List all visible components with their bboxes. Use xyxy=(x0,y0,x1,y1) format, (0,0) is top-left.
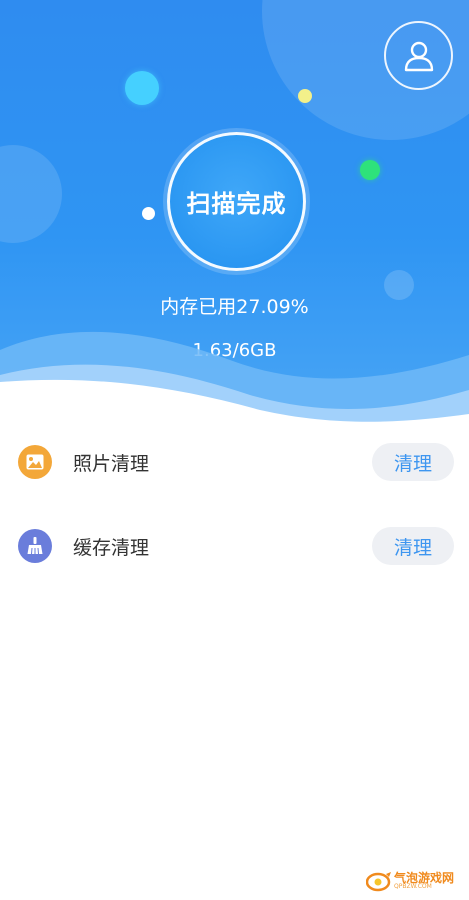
watermark: 气泡游戏网 QPBZW.COM xyxy=(366,866,464,896)
cleanup-list: 照片清理 清理 缓存清理 清理 xyxy=(0,420,469,588)
clean-photo-button[interactable]: 清理 xyxy=(372,443,454,481)
list-item-label: 缓存清理 xyxy=(73,536,150,559)
clean-cache-button[interactable]: 清理 xyxy=(372,527,454,565)
scan-status-button[interactable]: 扫描完成 xyxy=(167,132,306,271)
user-icon xyxy=(404,41,433,71)
decor-bubble xyxy=(142,207,155,220)
decor-circle xyxy=(0,145,62,243)
list-item-label: 照片清理 xyxy=(73,452,150,475)
photo-icon xyxy=(18,445,52,479)
wave-decoration xyxy=(0,331,469,430)
memory-header: 扫描完成 内存已用27.09% 1.63/6GB xyxy=(0,0,469,430)
memory-used-text: 内存已用27.09% xyxy=(160,296,309,318)
decor-bubble xyxy=(298,89,312,103)
broom-icon xyxy=(18,529,52,563)
app-screen: 扫描完成 内存已用27.09% 1.63/6GB 照片清理 清理 缓存清理 清理… xyxy=(0,0,469,900)
decor-bubble xyxy=(125,71,159,105)
profile-button[interactable] xyxy=(384,21,453,90)
watermark-logo-icon xyxy=(366,872,391,892)
list-item-photo-cleanup: 照片清理 清理 xyxy=(0,420,469,504)
list-item-cache-cleanup: 缓存清理 清理 xyxy=(0,504,469,588)
scan-status-label: 扫描完成 xyxy=(186,190,287,218)
decor-bubble xyxy=(360,160,380,180)
